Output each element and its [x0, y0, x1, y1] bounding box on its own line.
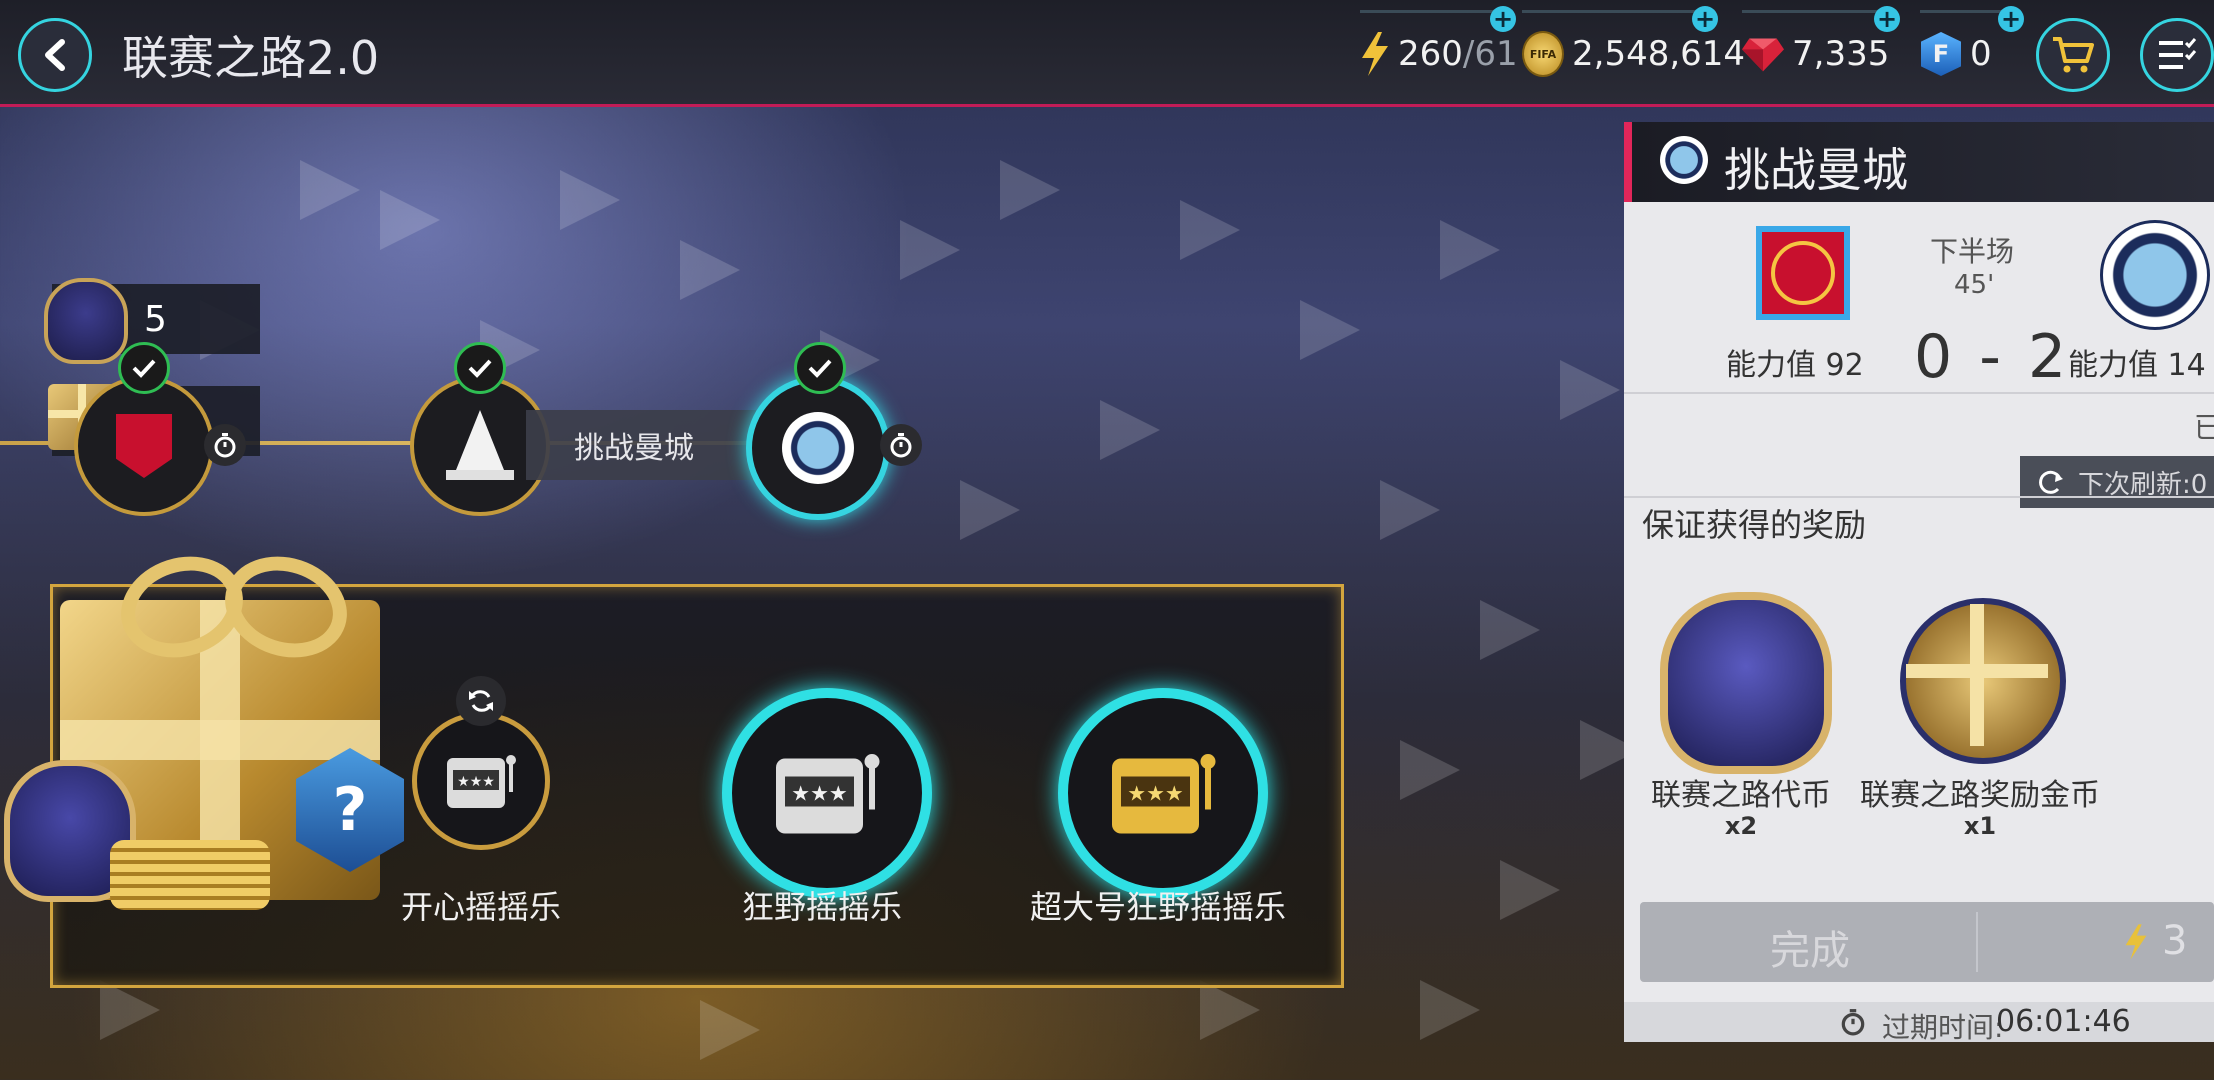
match-minute: 45' — [1954, 270, 1995, 300]
stopwatch-icon — [880, 424, 922, 466]
energy-value: 260 — [1398, 34, 1463, 74]
expiry-bar: 过期时间: 06:01:46 — [1624, 1002, 2214, 1044]
expiry-label: 过期时间: — [1882, 1011, 2004, 1044]
challenge-panel: 挑战曼城 下半场 45' 能力值 92 0 - 2 能力值 14 已 下次刷新:… — [1624, 122, 2214, 1044]
slot-machine-wild[interactable]: ★★★ — [722, 688, 932, 898]
coins-value: 2,548,614 — [1572, 34, 1746, 74]
coin-icon: FIFA — [1522, 31, 1564, 77]
node-completed-check-icon — [454, 342, 506, 394]
man-city-crest-icon — [1660, 136, 1708, 184]
stopwatch-icon — [1841, 1009, 1865, 1036]
gift-bow-icon — [107, 541, 361, 673]
slot-machine-icon: ★★★ — [776, 754, 880, 834]
away-rating: 能力值 14 — [2068, 348, 2206, 383]
coin-stack-icon — [110, 840, 270, 910]
energy-underline — [1360, 10, 1512, 13]
liverpool-crest-icon — [116, 414, 172, 478]
training-cone-icon — [446, 410, 514, 480]
energy-max: /61 — [1462, 34, 1518, 74]
checklist-icon — [2159, 38, 2197, 69]
top-bar: 联赛之路2.0 + 260/61 + FIFA 2,548,614 + 7,33… — [0, 0, 2214, 107]
add-energy-button[interactable]: + — [1490, 6, 1516, 32]
man-city-crest-icon — [782, 412, 854, 484]
fifa-points-counter: + F 0 — [1920, 6, 2024, 94]
panel-title: 挑战曼城 — [1724, 143, 1908, 197]
svg-text:★★★: ★★★ — [791, 782, 847, 806]
svg-text:★★★: ★★★ — [457, 774, 495, 790]
energy-counter: + 260/61 — [1360, 6, 1518, 94]
complete-button[interactable]: 完成 3 — [1640, 902, 2214, 982]
add-coins-button[interactable]: + — [1692, 6, 1718, 32]
panel-header: 挑战曼城 — [1624, 122, 2214, 202]
home-rating: 能力值 92 — [1726, 348, 1864, 383]
reward-qty-gold-coin: x1 — [1963, 812, 1997, 840]
node-completed-check-icon — [118, 342, 170, 394]
fifa-points-underline — [1920, 10, 2008, 13]
fifa-points-icon: F — [1920, 32, 1962, 76]
gems-value: 7,335 — [1792, 34, 1890, 74]
divider — [1624, 392, 2214, 394]
status-fragment: 已 — [2194, 411, 2214, 444]
lightning-icon — [2125, 924, 2147, 960]
divider — [1624, 496, 2214, 498]
coins-counter: + FIFA 2,548,614 — [1522, 6, 1745, 94]
current-node-label: 挑战曼城 — [526, 410, 756, 480]
refresh-icon — [2039, 470, 2063, 494]
refresh-timer-button[interactable]: 下次刷新:0 — [2020, 456, 2214, 508]
guaranteed-rewards-title: 保证获得的奖励 — [1642, 506, 1867, 544]
coin-icon-label: FIFA — [1522, 31, 1564, 77]
store-button[interactable] — [2036, 18, 2110, 92]
complete-button-label: 完成 — [1770, 928, 1850, 974]
league-token-icon — [44, 278, 128, 364]
gems-counter: + 7,335 — [1742, 6, 1900, 94]
path-node-man-city[interactable] — [746, 376, 890, 520]
league-token-reward-icon[interactable] — [1660, 592, 1832, 774]
add-gems-button[interactable]: + — [1874, 6, 1900, 32]
slot-label-super-wild: 超大号狂野摇摇乐 — [1029, 888, 1286, 926]
energy-cost: 3 — [2162, 918, 2188, 964]
expiry-time: 06:01:46 — [1996, 1004, 2131, 1039]
gold-slot-machine-icon: ★★★ — [1112, 754, 1216, 834]
fifa-points-icon-label: F — [1921, 32, 1961, 76]
svg-text:★★★: ★★★ — [1127, 782, 1183, 806]
stopwatch-icon — [204, 424, 246, 466]
complete-button-divider — [1976, 912, 1978, 972]
current-node-label-text: 挑战曼城 — [574, 431, 694, 466]
away-team-crest-icon — [2100, 220, 2210, 330]
lightning-icon — [1360, 32, 1390, 76]
refresh-slot-button[interactable] — [456, 676, 506, 726]
gold-gift-reward-icon[interactable] — [1900, 598, 2066, 764]
cart-icon — [2053, 37, 2094, 73]
match-score: 0 - 2 — [1914, 322, 2071, 392]
slot-machine-icon: ★★★ — [447, 755, 516, 808]
reward-label-gold-coin: 联赛之路奖励金币 — [1860, 778, 2100, 813]
back-button[interactable] — [18, 18, 92, 92]
add-fifa-points-button[interactable]: + — [1998, 6, 2024, 32]
refresh-icon — [469, 690, 493, 712]
page-title: 联赛之路2.0 — [122, 31, 380, 85]
slot-label-happy: 开心摇摇乐 — [400, 888, 561, 926]
reward-label-token: 联赛之路代币 — [1651, 778, 1831, 813]
slot-machine-happy[interactable]: ★★★ — [412, 712, 550, 850]
match-phase: 下半场 — [1930, 235, 2015, 268]
mystery-badge-label: ? — [332, 775, 368, 845]
fifa-points-value: 0 — [1970, 34, 1992, 74]
task-list-button[interactable] — [2140, 18, 2214, 92]
reward-qty-token: x2 — [1724, 812, 1758, 840]
chevron-left-icon — [45, 39, 65, 71]
slot-machine-super-wild[interactable]: ★★★ — [1058, 688, 1268, 898]
coins-underline — [1522, 10, 1712, 13]
node-completed-check-icon — [794, 342, 846, 394]
gem-icon — [1742, 33, 1784, 75]
path-node-liverpool[interactable] — [74, 376, 214, 516]
slot-label-wild: 狂野摇摇乐 — [741, 888, 902, 926]
refresh-timer-label: 下次刷新:0 — [2078, 469, 2208, 500]
home-team-crest-icon — [1756, 226, 1850, 320]
token-count: 5 — [144, 298, 167, 340]
gems-underline — [1742, 10, 1888, 13]
